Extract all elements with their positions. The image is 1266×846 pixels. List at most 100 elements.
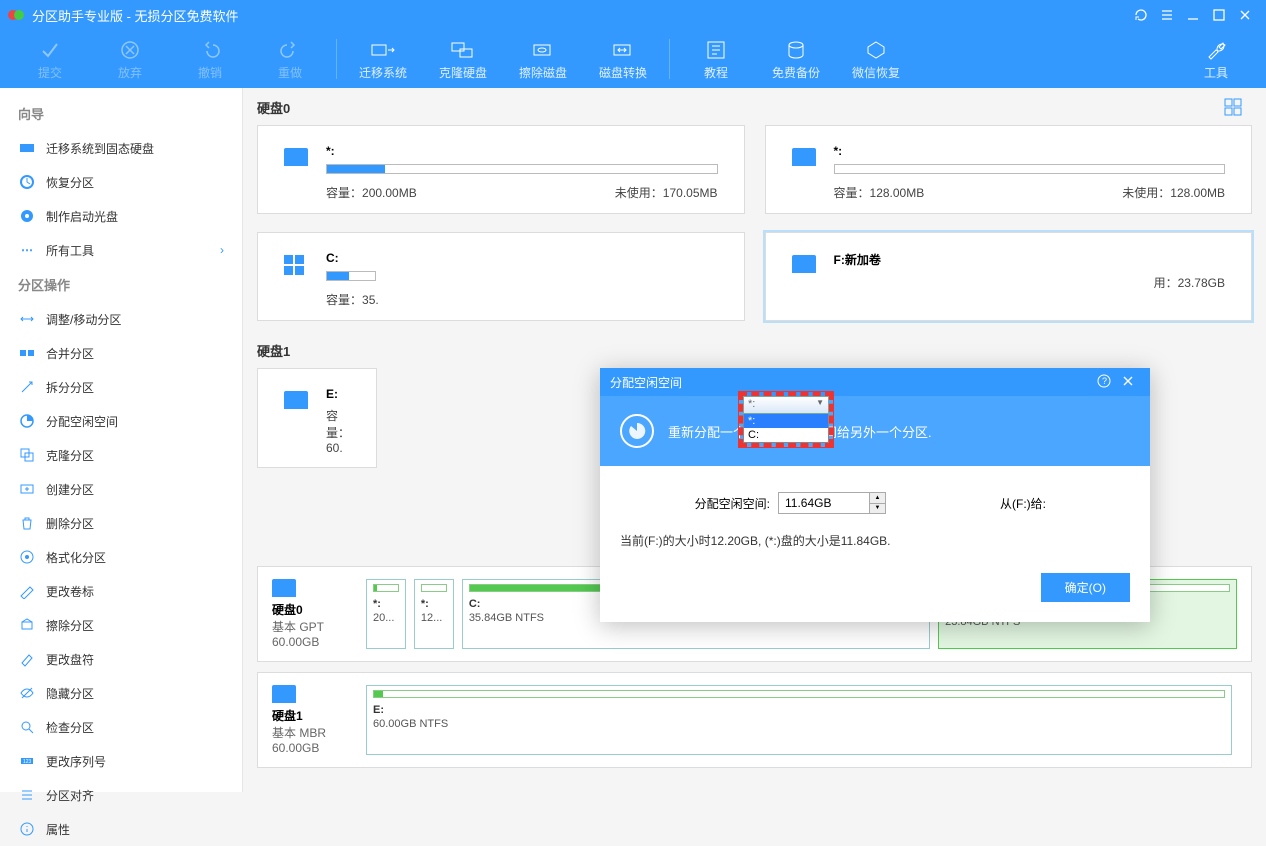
sidebar-item-recover[interactable]: 恢复分区 (0, 165, 242, 199)
spin-down-icon[interactable]: ▼ (869, 504, 885, 514)
sidebar-item-label: 格式化分区 (46, 549, 106, 566)
create-icon (18, 480, 36, 498)
disk-segment[interactable]: *:12... (414, 579, 454, 649)
undo-label: 撤销 (198, 64, 222, 81)
diskbar-type: 基本 MBR (272, 724, 358, 741)
redo-button[interactable]: 重做 (250, 31, 330, 87)
recover-icon (18, 173, 36, 191)
sidebar-item-resize[interactable]: 调整/移动分区 (0, 302, 242, 336)
migrate-os-button[interactable]: 迁移系统 (343, 31, 423, 87)
app-logo-icon (8, 7, 24, 23)
ops-header: 分区操作 (0, 267, 242, 302)
drive-icon (284, 391, 308, 409)
convert-disk-button[interactable]: 磁盘转换 (583, 31, 663, 87)
sidebar-item-format[interactable]: 格式化分区 (0, 540, 242, 574)
align-icon (18, 786, 36, 804)
partition-name: F:新加卷 (834, 251, 1226, 268)
sidebar-item-serial[interactable]: 123更改序列号 (0, 744, 242, 778)
sidebar-item-migrate-ssd[interactable]: 迁移系统到固态硬盘 (0, 131, 242, 165)
partition-card[interactable]: E: 容量：60. (257, 368, 377, 468)
diskbar-1[interactable]: 硬盘1 基本 MBR 60.00GB E:60.00GB NTFS (257, 672, 1252, 768)
hide-icon (18, 684, 36, 702)
close-icon[interactable] (1232, 2, 1258, 28)
target-drive-dropdown[interactable]: *: *: C: (739, 392, 833, 447)
resize-icon (18, 310, 36, 328)
ssd-icon (18, 139, 36, 157)
sidebar-item-label: 创建分区 (46, 481, 94, 498)
wechat-label: 微信恢复 (852, 64, 900, 81)
diskbar-size: 60.00GB (272, 635, 358, 649)
partition-card[interactable]: *: 容量：200.00MB未使用：170.05MB (257, 125, 745, 214)
drive-icon (792, 148, 816, 166)
sidebar-item-change-letter[interactable]: 更改盘符 (0, 642, 242, 676)
sidebar-item-label: 更改序列号 (46, 753, 106, 770)
check-icon (18, 718, 36, 736)
dropdown-option[interactable]: C: (744, 428, 828, 442)
sidebar-item-split[interactable]: 拆分分区 (0, 370, 242, 404)
dropdown-option[interactable]: *: (744, 414, 828, 428)
sidebar-item-clone-part[interactable]: 克隆分区 (0, 438, 242, 472)
partition-name: *: (834, 144, 1226, 158)
sidebar-item-boot-disc[interactable]: 制作启动光盘 (0, 199, 242, 233)
sidebar-item-label: 更改盘符 (46, 651, 94, 668)
backup-label: 免费备份 (772, 64, 820, 81)
sidebar-item-label[interactable]: 更改卷标 (0, 574, 242, 608)
discard-button[interactable]: 放弃 (90, 31, 170, 87)
wipe-disk-button[interactable]: 擦除磁盘 (503, 31, 583, 87)
minimize-icon[interactable] (1180, 2, 1206, 28)
sidebar-item-label: 检查分区 (46, 719, 94, 736)
disk1-title: 硬盘1 (257, 341, 290, 360)
ok-button[interactable]: 确定(O) (1041, 573, 1130, 602)
menu-icon[interactable] (1154, 2, 1180, 28)
migrate-label: 迁移系统 (359, 64, 407, 81)
disc-icon (18, 207, 36, 225)
view-toggle-icon[interactable] (1224, 98, 1242, 119)
backup-button[interactable]: 免费备份 (756, 31, 836, 87)
sidebar-item-properties[interactable]: 属性 (0, 812, 242, 846)
sidebar-item-merge[interactable]: 合并分区 (0, 336, 242, 370)
maximize-icon[interactable] (1206, 2, 1232, 28)
sidebar-item-check[interactable]: 检查分区 (0, 710, 242, 744)
sidebar-item-delete[interactable]: 删除分区 (0, 506, 242, 540)
partition-name: C: (326, 251, 718, 265)
disk-segment[interactable]: E:60.00GB NTFS (366, 685, 1232, 755)
refresh-icon[interactable] (1128, 2, 1154, 28)
disk-segment[interactable]: *:20... (366, 579, 406, 649)
properties-icon (18, 820, 36, 838)
wechat-recover-button[interactable]: 微信恢复 (836, 31, 916, 87)
sidebar-item-align[interactable]: 分区对齐 (0, 778, 242, 812)
partition-card[interactable]: C: 容量：35. (257, 232, 745, 321)
sidebar-item-wipe-part[interactable]: 擦除分区 (0, 608, 242, 642)
partition-card-selected[interactable]: F:新加卷 用：23.78GB (765, 232, 1253, 321)
sidebar-item-label: 制作启动光盘 (46, 208, 118, 225)
sidebar-item-all-tools[interactable]: ⋯ 所有工具 › (0, 233, 242, 267)
convert-label: 磁盘转换 (599, 64, 647, 81)
usage-bar (326, 271, 376, 281)
dropdown-selected[interactable]: *: (743, 396, 829, 414)
close-icon[interactable] (1116, 375, 1140, 390)
chevron-right-icon: › (220, 243, 224, 257)
tools-button[interactable]: 工具 (1176, 31, 1256, 87)
sidebar-item-label: 更改卷标 (46, 583, 94, 600)
spin-up-icon[interactable]: ▲ (869, 493, 885, 504)
alloc-label: 分配空闲空间: (620, 495, 770, 512)
merge-icon (18, 344, 36, 362)
more-icon: ⋯ (18, 241, 36, 259)
wipe-label: 擦除磁盘 (519, 64, 567, 81)
sidebar-item-allocate-free[interactable]: 分配空闲空间 (0, 404, 242, 438)
sidebar-item-hide[interactable]: 隐藏分区 (0, 676, 242, 710)
sidebar-item-label: 擦除分区 (46, 617, 94, 634)
sidebar-item-create[interactable]: 创建分区 (0, 472, 242, 506)
commit-button[interactable]: 提交 (10, 31, 90, 87)
format-icon (18, 548, 36, 566)
tutorial-button[interactable]: 教程 (676, 31, 756, 87)
toolbar: 提交 放弃 撤销 重做 迁移系统 克隆硬盘 擦除磁盘 磁盘转换 教程 免费备份 … (0, 30, 1266, 88)
help-icon[interactable]: ? (1092, 374, 1116, 391)
drive-icon (284, 148, 308, 166)
diskbar-type: 基本 GPT (272, 618, 358, 635)
clone-disk-button[interactable]: 克隆硬盘 (423, 31, 503, 87)
sidebar-item-label: 所有工具 (46, 242, 94, 259)
partition-name: *: (326, 144, 718, 158)
undo-button[interactable]: 撤销 (170, 31, 250, 87)
partition-card[interactable]: *: 容量：128.00MB未使用：128.00MB (765, 125, 1253, 214)
